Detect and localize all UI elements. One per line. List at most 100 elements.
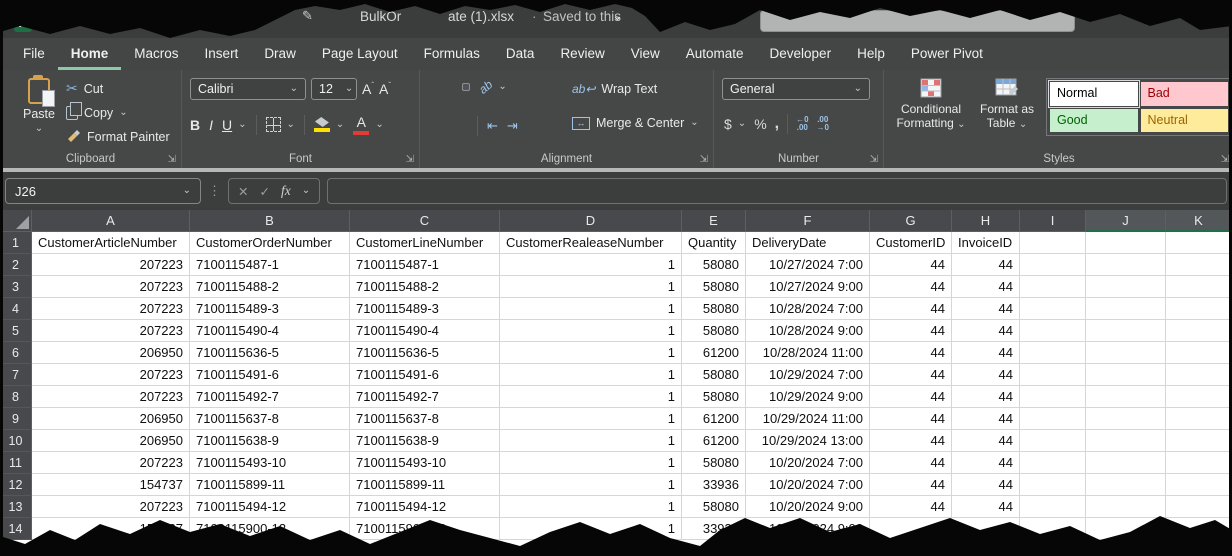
dialog-launcher-icon[interactable]: ⇲ <box>1221 154 1229 165</box>
cell-J9[interactable] <box>1086 408 1166 430</box>
cell-G11[interactable]: 44 <box>870 452 952 474</box>
cell-H11[interactable]: 44 <box>952 452 1020 474</box>
cell-F7[interactable]: 10/29/2024 7:00 <box>746 364 870 386</box>
cell-E11[interactable]: 58080 <box>682 452 746 474</box>
cell-K11[interactable] <box>1166 452 1232 474</box>
font-name-select[interactable]: Calibri ⌄ <box>190 78 306 100</box>
cell-C5[interactable]: 7100115490-4 <box>350 320 500 342</box>
cell-G7[interactable]: 44 <box>870 364 952 386</box>
cell-J14[interactable] <box>1086 518 1166 540</box>
cell-G13[interactable]: 44 <box>870 496 952 518</box>
cell-F12[interactable]: 10/20/2024 7:00 <box>746 474 870 496</box>
cell-J2[interactable] <box>1086 254 1166 276</box>
title-dropdown-chevron-icon[interactable]: ⌄ <box>612 8 623 24</box>
cell-K10[interactable] <box>1166 430 1232 452</box>
cell-D11[interactable]: 1 <box>500 452 682 474</box>
column-header-K[interactable]: K <box>1166 210 1232 232</box>
cell-D4[interactable]: 1 <box>500 298 682 320</box>
cell-H13[interactable]: 44 <box>952 496 1020 518</box>
column-header-A[interactable]: A <box>32 210 190 232</box>
cell-J6[interactable] <box>1086 342 1166 364</box>
cell-D8[interactable]: 1 <box>500 386 682 408</box>
cell-J10[interactable] <box>1086 430 1166 452</box>
cell-F4[interactable]: 10/28/2024 7:00 <box>746 298 870 320</box>
format-as-table-button[interactable]: Format as Table ⌄ <box>972 78 1042 130</box>
cell-K5[interactable] <box>1166 320 1232 342</box>
menu-tab-developer[interactable]: Developer <box>757 38 845 70</box>
cell-E13[interactable]: 58080 <box>682 496 746 518</box>
row-header-10[interactable]: 10 <box>0 430 32 452</box>
align-right-button[interactable] <box>462 123 468 129</box>
cell-E1[interactable]: Quantity <box>682 232 746 254</box>
cell-B3[interactable]: 7100115488-2 <box>190 276 350 298</box>
cell-J7[interactable] <box>1086 364 1166 386</box>
cell-I2[interactable] <box>1020 254 1086 276</box>
cell-B1[interactable]: CustomerOrderNumber <box>190 232 350 254</box>
row-header-13[interactable]: 13 <box>0 496 32 518</box>
cell-B8[interactable]: 7100115492-7 <box>190 386 350 408</box>
cell-B9[interactable]: 7100115637-8 <box>190 408 350 430</box>
decrease-indent-button[interactable]: ⇤ <box>487 118 498 134</box>
column-header-F[interactable]: F <box>746 210 870 232</box>
cell-D7[interactable]: 1 <box>500 364 682 386</box>
align-top-button[interactable] <box>432 84 438 90</box>
cell-B12[interactable]: 7100115899-11 <box>190 474 350 496</box>
cut-button[interactable]: ✂ Cut <box>66 80 170 97</box>
merge-center-button[interactable]: ↔ Merge & Center ⌄ <box>572 116 699 130</box>
search-box[interactable] <box>760 10 1075 32</box>
column-header-G[interactable]: G <box>870 210 952 232</box>
menu-tab-data[interactable]: Data <box>493 38 548 70</box>
column-header-D[interactable]: D <box>500 210 682 232</box>
bold-button[interactable]: B <box>190 117 200 133</box>
cell-E10[interactable]: 61200 <box>682 430 746 452</box>
cell-K6[interactable] <box>1166 342 1232 364</box>
cell-D12[interactable]: 1 <box>500 474 682 496</box>
accounting-format-button[interactable]: $ ⌄ <box>724 116 746 132</box>
row-header-2[interactable]: 2 <box>0 254 32 276</box>
cell-F5[interactable]: 10/28/2024 9:00 <box>746 320 870 342</box>
cell-style-bad[interactable]: Bad <box>1141 82 1229 106</box>
cell-G8[interactable]: 44 <box>870 386 952 408</box>
cell-A9[interactable]: 206950 <box>32 408 190 430</box>
cell-D14[interactable]: 1 <box>500 518 682 540</box>
row-header-9[interactable]: 9 <box>0 408 32 430</box>
cell-D3[interactable]: 1 <box>500 276 682 298</box>
cell-B11[interactable]: 7100115493-10 <box>190 452 350 474</box>
cell-D6[interactable]: 1 <box>500 342 682 364</box>
cell-A6[interactable]: 206950 <box>32 342 190 364</box>
dialog-launcher-icon[interactable]: ⇲ <box>870 154 878 165</box>
cell-J3[interactable] <box>1086 276 1166 298</box>
cell-C9[interactable]: 7100115637-8 <box>350 408 500 430</box>
menu-tab-insert[interactable]: Insert <box>192 38 252 70</box>
cell-D13[interactable]: 1 <box>500 496 682 518</box>
cell-A13[interactable]: 207223 <box>32 496 190 518</box>
menu-tab-home[interactable]: Home <box>58 38 122 70</box>
cell-K12[interactable] <box>1166 474 1232 496</box>
column-header-H[interactable]: H <box>952 210 1020 232</box>
row-header-7[interactable]: 7 <box>0 364 32 386</box>
cell-C3[interactable]: 7100115488-2 <box>350 276 500 298</box>
cell-K8[interactable] <box>1166 386 1232 408</box>
column-header-J[interactable]: J <box>1086 210 1166 232</box>
cell-K7[interactable] <box>1166 364 1232 386</box>
cell-J4[interactable] <box>1086 298 1166 320</box>
cell-G9[interactable]: 44 <box>870 408 952 430</box>
comma-style-button[interactable]: , <box>775 115 779 133</box>
select-all-button[interactable] <box>0 210 32 232</box>
cell-E12[interactable]: 33936 <box>682 474 746 496</box>
dialog-launcher-icon[interactable]: ⇲ <box>700 154 708 165</box>
formula-input[interactable] <box>327 178 1227 204</box>
cell-K14[interactable] <box>1166 518 1232 540</box>
cell-I1[interactable] <box>1020 232 1086 254</box>
cell-A12[interactable]: 154737 <box>32 474 190 496</box>
cell-J8[interactable] <box>1086 386 1166 408</box>
font-color-button[interactable]: A ⌄ <box>353 114 383 135</box>
cell-H1[interactable]: InvoiceID <box>952 232 1020 254</box>
cell-K13[interactable] <box>1166 496 1232 518</box>
cell-J5[interactable] <box>1086 320 1166 342</box>
cell-D1[interactable]: CustomerRealeaseNumber <box>500 232 682 254</box>
cell-H8[interactable]: 44 <box>952 386 1020 408</box>
cell-G4[interactable]: 44 <box>870 298 952 320</box>
cell-F13[interactable]: 10/20/2024 9:00 <box>746 496 870 518</box>
cell-B14[interactable]: 7100115900-13 <box>190 518 350 540</box>
